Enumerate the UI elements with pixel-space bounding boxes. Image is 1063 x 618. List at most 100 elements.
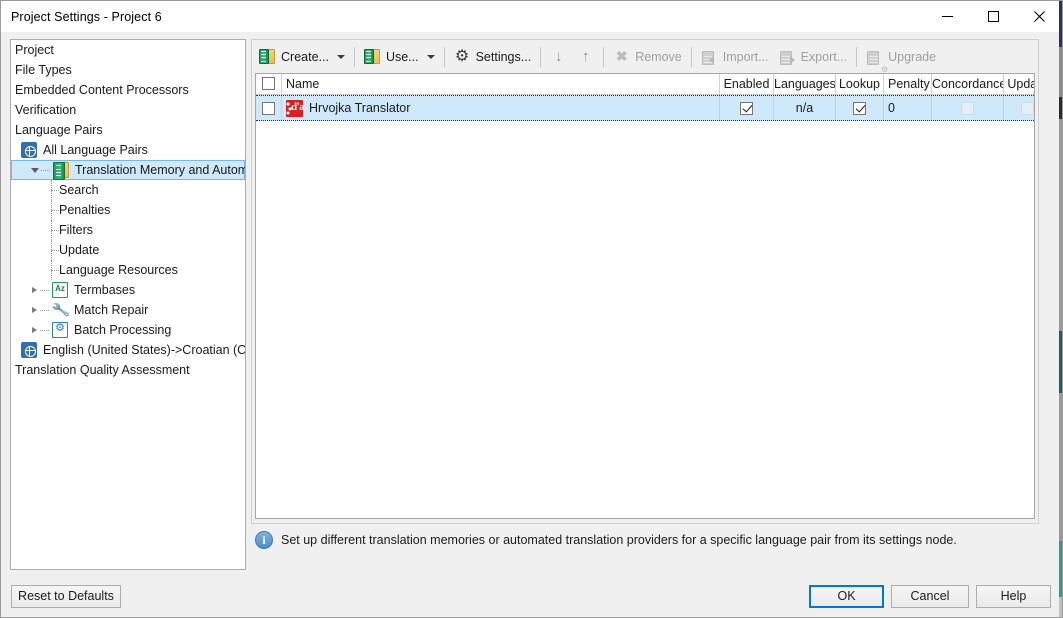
sidebar-item-project[interactable]: Project [11,40,245,60]
cell-select [256,96,282,120]
grid-body: Hrvojka Translator n/a 0 [256,95,1034,121]
tm-use-icon [363,48,381,65]
toolbar-settings-label: Settings... [475,49,532,64]
sidebar-item-verification[interactable]: Verification [11,100,245,120]
tree-connector [40,280,52,300]
translation-memory-panel: Create... Use... ⚙ Settings... ↓ ↑ ✖ Remove Impo… [251,39,1039,524]
sidebar-item-language-pairs[interactable]: Language Pairs [11,120,245,140]
reset-to-defaults-button[interactable]: Reset to Defaults [11,585,121,608]
grid-header-name[interactable]: Name [282,74,720,94]
sidebar-item-english-united-states-croatian-croatia[interactable]: English (United States)->Croatian (Croat… [11,340,245,360]
info-message: Set up different translation memories or… [281,533,957,547]
maximize-button[interactable] [970,1,1016,32]
concordance-checkbox-disabled [961,101,974,115]
toolbar-create-label: Create... [281,49,329,64]
sidebar-item-batch-processing[interactable]: Batch Processing [11,320,245,340]
tree-connector [49,260,59,280]
sidebar-item-translation-quality-assessment[interactable]: Translation Quality Assessment [11,360,245,380]
ok-button[interactable]: OK [809,585,884,608]
toolbar-use-dropdown[interactable] [424,44,440,69]
sidebar-item-label: Translation Quality Assessment [15,363,190,377]
grid-header-update[interactable]: Update [1004,74,1034,94]
toolbar-use-button[interactable]: Use... [359,44,424,69]
sidebar-item-all-language-pairs[interactable]: All Language Pairs [11,140,245,160]
toolbar-separator [603,46,605,67]
sidebar-item-search[interactable]: Search [11,180,245,200]
toolbar-upgrade-label: Upgrade [888,49,937,64]
grid-header-languages[interactable]: Languages [774,74,836,94]
table-row[interactable]: Hrvojka Translator n/a 0 [256,95,1034,121]
cell-enabled [720,96,774,120]
sidebar-item-embedded-content-processors[interactable]: Embedded Content Processors [11,80,245,100]
sidebar-item-label: Project [15,43,54,57]
chevron-down-icon [426,54,435,59]
help-button[interactable]: Help [976,585,1051,608]
collapse-triangle-icon[interactable] [30,165,41,176]
cell-languages: n/a [774,96,836,120]
lookup-checkbox[interactable] [853,101,866,115]
toolbar-upgrade-button: Upgrade [861,44,941,69]
cancel-button[interactable]: Cancel [891,585,969,608]
sidebar-item-update[interactable]: Update [11,240,245,260]
grid-header-concordance[interactable]: Concordance [932,74,1004,94]
grid-header-select[interactable] [256,74,282,94]
toolbar-separator [353,46,355,67]
arrow-up-icon: ↑ [581,48,590,65]
enabled-checkbox[interactable] [740,101,753,115]
gear-icon: ⚙ [454,48,470,65]
row-select-checkbox[interactable] [262,101,275,115]
toolbar-remove-button: ✖ Remove [608,44,687,69]
toolbar-import-button: Import... [696,44,774,69]
expand-triangle-icon[interactable] [29,285,40,296]
tree-connector [49,240,59,260]
tree-connector [41,160,53,180]
sidebar-item-file-types[interactable]: File Types [11,60,245,80]
import-db-icon [701,48,718,65]
sidebar-item-label: File Types [15,63,72,77]
cell-lookup [836,96,884,120]
sidebar-item-penalties[interactable]: Penalties [11,200,245,220]
grid-header-row: Name Enabled Languages Lookup Penalty Concord… [256,74,1034,95]
close-icon [1033,11,1045,22]
toolbar-arrow-down-icon: ↓ [545,44,572,69]
tree-connector [49,180,59,200]
tree-connector [49,220,59,240]
select-all-checkbox[interactable] [262,77,275,90]
sidebar-item-language-resources[interactable]: Language Resources [11,260,245,280]
toolbar-remove-label: Remove [635,49,682,64]
cell-penalty: 0 [884,96,932,120]
sidebar-item-label: Verification [15,103,77,117]
tree-connector [40,320,52,340]
chevron-down-icon [336,54,345,59]
sidebar-item-termbases[interactable]: Termbases [11,280,245,300]
tree-connector [49,200,59,220]
translation-provider-icon [286,99,303,117]
grid-header-penalty[interactable]: Penalty [884,74,932,94]
toolbar-settings-button[interactable]: ⚙ Settings... [449,44,537,69]
tm-toolbar: Create... Use... ⚙ Settings... ↓ ↑ ✖ Remove Impo… [252,40,1038,73]
settings-tree[interactable]: Project File Types Embedded Content Proces… [10,39,246,570]
close-button[interactable] [1016,1,1062,32]
tm-create-icon [259,48,276,65]
toolbar-create-dropdown[interactable] [334,44,350,69]
expand-triangle-icon[interactable] [29,325,40,336]
toolbar-create-button[interactable]: Create... [254,44,334,69]
sidebar-item-match-repair[interactable]: 🔧 Match Repair [11,300,245,320]
minimize-button[interactable] [924,1,970,32]
grid-header-lookup[interactable]: Lookup [836,74,884,94]
cell-update [1004,96,1034,120]
sidebar-item-translation-memory-and-automated-tr[interactable]: Translation Memory and Automated Tr [11,160,245,180]
arrow-down-icon: ↓ [554,48,563,65]
sidebar-item-label: Match Repair [74,303,149,317]
title-bar: Project Settings - Project 6 [1,1,1062,32]
tm-providers-grid[interactable]: Name Enabled Languages Lookup Penalty Concord… [255,73,1035,519]
expand-triangle-icon[interactable] [29,305,40,316]
grid-header-enabled[interactable]: Enabled [720,74,774,94]
toolbar-import-label: Import... [722,49,769,64]
wrench-icon: 🔧 [50,300,71,320]
sidebar-item-label: All Language Pairs [43,143,148,157]
sidebar-item-filters[interactable]: Filters [11,220,245,240]
translation-memory-icon [53,162,69,180]
info-icon [255,531,273,549]
toolbar-separator [856,46,858,67]
